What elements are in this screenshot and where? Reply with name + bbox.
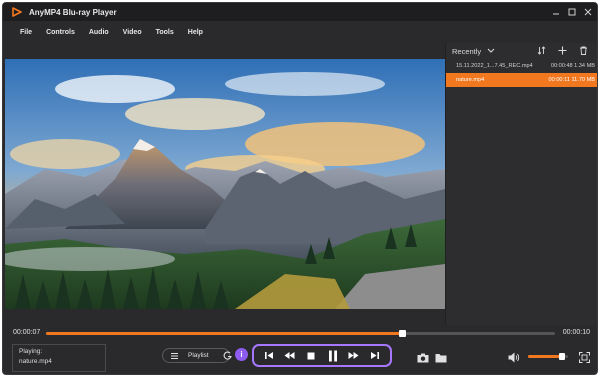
volume-slider-knob[interactable]: [559, 353, 565, 360]
stop-icon[interactable]: [303, 349, 319, 363]
seek-bar-fill: [46, 332, 403, 335]
now-playing-file: nature.mp4: [19, 358, 52, 365]
total-time: 00:00:10: [562, 329, 590, 336]
playlist-header: Recently: [446, 43, 597, 59]
menu-controls[interactable]: Controls: [39, 29, 82, 36]
fullscreen-icon[interactable]: [578, 350, 591, 364]
volume-slider-fill: [528, 355, 562, 358]
pause-icon[interactable]: [325, 349, 341, 363]
sort-icon[interactable]: [536, 45, 547, 56]
app-logo-icon: [11, 6, 23, 18]
loop-icon[interactable]: [222, 350, 232, 360]
previous-icon[interactable]: [261, 349, 277, 363]
playlist-item-name: 15.11.2022_1...7.45_REC.mp4: [456, 63, 533, 69]
playback-controls: [252, 344, 392, 367]
menu-bar: File Controls Audio Video Tools Help: [3, 21, 597, 43]
seek-bar[interactable]: [46, 330, 555, 337]
chevron-down-icon[interactable]: [487, 46, 497, 56]
player-window: AnyMP4 Blu-ray Player File Controls Audi…: [2, 2, 598, 375]
seek-bar-knob[interactable]: [399, 330, 407, 337]
rewind-icon[interactable]: [282, 349, 298, 363]
info-icon[interactable]: i: [235, 348, 248, 361]
playlist-item-name: nature.mp4: [456, 77, 485, 83]
playlist-button-label: Playlist: [188, 352, 209, 359]
playlist-item-meta: 00:00:48 1.34 MB: [550, 63, 595, 69]
video-frame[interactable]: [5, 59, 445, 309]
now-playing-label: Playing:: [19, 348, 43, 355]
next-icon[interactable]: [367, 349, 383, 363]
folder-icon[interactable]: [435, 350, 447, 363]
camera-icon[interactable]: [417, 350, 429, 363]
title-bar: AnyMP4 Blu-ray Player: [3, 3, 597, 21]
menu-video[interactable]: Video: [116, 29, 149, 36]
mountain-landscape-image: [5, 59, 445, 309]
menu-file[interactable]: File: [13, 29, 39, 36]
playlist-panel: Recently 15.11.2022_1...7.45_REC.mp4 00:…: [445, 43, 597, 325]
minimize-button[interactable]: [549, 5, 563, 19]
now-playing-box: Playing: nature.mp4: [12, 344, 106, 372]
trash-icon[interactable]: [578, 45, 589, 56]
list-icon: [171, 352, 178, 359]
playlist-item[interactable]: 15.11.2022_1...7.45_REC.mp4 00:00:48 1.3…: [446, 59, 597, 73]
add-icon[interactable]: [557, 45, 568, 56]
menu-help[interactable]: Help: [181, 29, 210, 36]
current-time: 00:00:07: [13, 329, 41, 336]
app-title: AnyMP4 Blu-ray Player: [29, 7, 117, 17]
fast-forward-icon[interactable]: [346, 349, 362, 363]
volume-icon[interactable]: [508, 350, 520, 363]
menu-audio[interactable]: Audio: [82, 29, 116, 36]
maximize-button[interactable]: [565, 5, 579, 19]
menu-tools[interactable]: Tools: [149, 29, 181, 36]
playlist-filter-label[interactable]: Recently: [452, 47, 481, 56]
close-button[interactable]: [581, 5, 595, 19]
volume-slider[interactable]: [528, 353, 568, 360]
playlist-button[interactable]: Playlist: [162, 348, 230, 363]
playlist-item-meta: 00:00:11 11.70 MB: [548, 77, 595, 83]
playlist-item-active[interactable]: nature.mp4 00:00:11 11.70 MB: [446, 73, 597, 87]
